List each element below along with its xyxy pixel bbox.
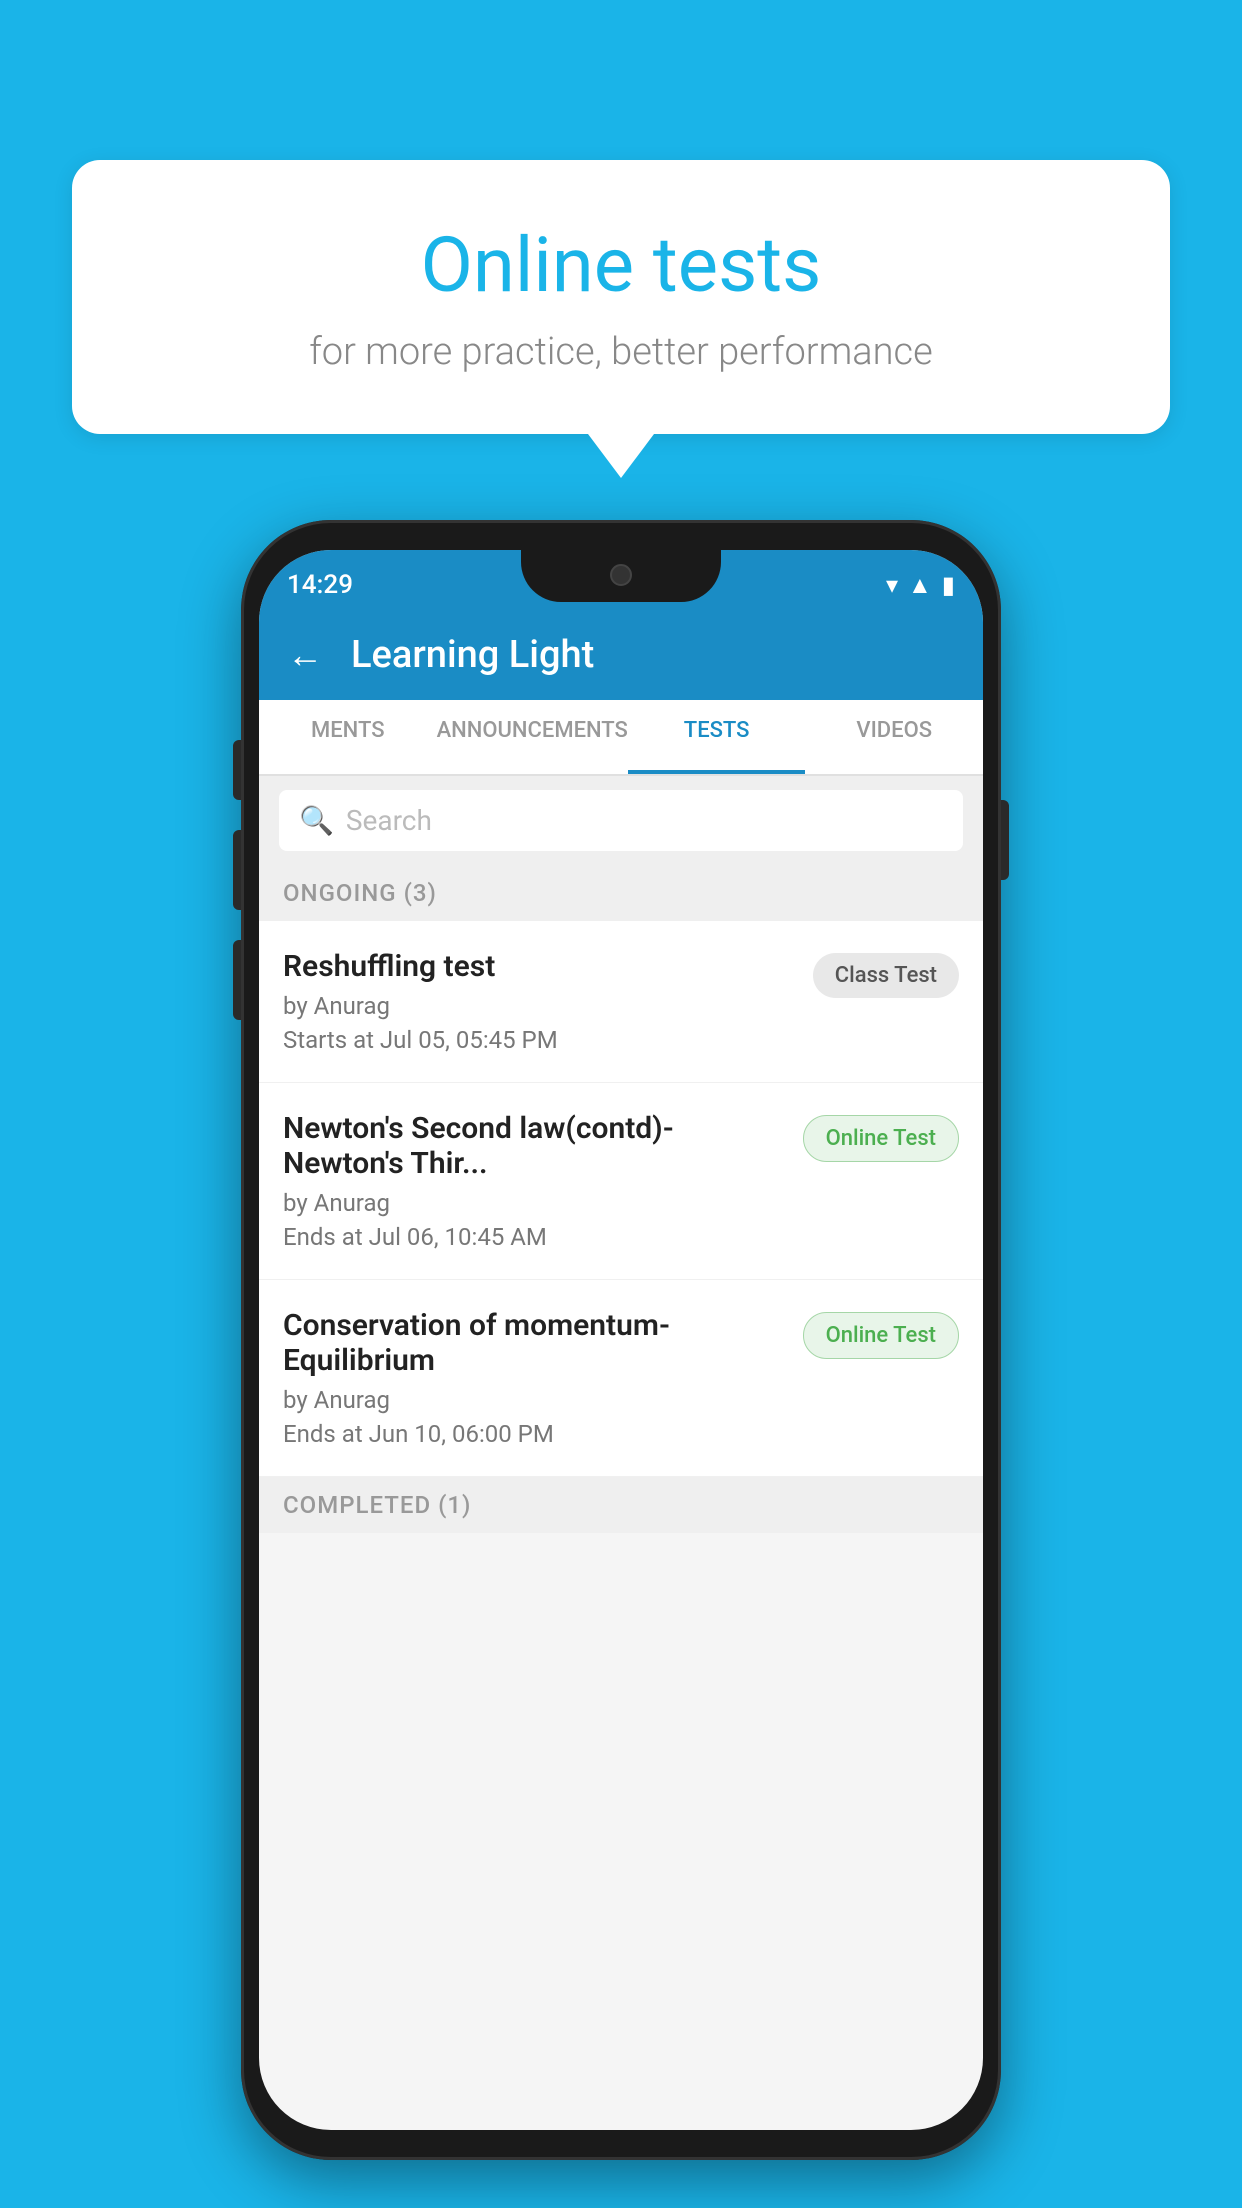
tab-bar: MENTS ANNOUNCEMENTS TESTS VIDEOS (259, 700, 983, 776)
phone-screen: 14:29 ▾ ▲ ▮ ← Learning Light MENTS ANNOU… (259, 550, 983, 2130)
test-item-newtons[interactable]: Newton's Second law(contd)-Newton's Thir… (259, 1083, 983, 1280)
wifi-icon: ▾ (886, 571, 898, 599)
test-name-3: Conservation of momentum-Equilibrium (283, 1308, 783, 1378)
test-info-1: Reshuffling test by Anurag Starts at Jul… (283, 949, 793, 1054)
phone-bezel: 14:29 ▾ ▲ ▮ ← Learning Light MENTS ANNOU… (241, 520, 1001, 2160)
app-title: Learning Light (351, 633, 594, 677)
test-date-2: Ends at Jul 06, 10:45 AM (283, 1223, 783, 1251)
test-badge-1: Class Test (813, 953, 959, 998)
test-name-2: Newton's Second law(contd)-Newton's Thir… (283, 1111, 783, 1181)
section-header-ongoing: ONGOING (3) (259, 865, 983, 921)
test-info-2: Newton's Second law(contd)-Newton's Thir… (283, 1111, 783, 1251)
tab-tests[interactable]: TESTS (628, 700, 806, 774)
bubble-subtitle: for more practice, better performance (112, 330, 1130, 374)
phone-volume-up-button (233, 830, 241, 910)
test-item-conservation[interactable]: Conservation of momentum-Equilibrium by … (259, 1280, 983, 1477)
battery-icon: ▮ (942, 571, 955, 599)
tab-videos[interactable]: VIDEOS (805, 700, 983, 774)
search-input[interactable]: Search (346, 804, 432, 837)
test-author-3: by Anurag (283, 1386, 783, 1414)
test-list: Reshuffling test by Anurag Starts at Jul… (259, 921, 983, 1477)
phone-camera (610, 564, 632, 586)
test-date-1: Starts at Jul 05, 05:45 PM (283, 1026, 793, 1054)
app-header: ← Learning Light (259, 610, 983, 700)
phone-mute-button (233, 740, 241, 800)
phone-power-button (1001, 800, 1009, 880)
search-icon: 🔍 (299, 804, 334, 837)
status-icons: ▾ ▲ ▮ (886, 571, 955, 600)
search-bar-container: 🔍 Search (259, 776, 983, 865)
test-date-3: Ends at Jun 10, 06:00 PM (283, 1420, 783, 1448)
bubble-title: Online tests (112, 220, 1130, 310)
test-info-3: Conservation of momentum-Equilibrium by … (283, 1308, 783, 1448)
tab-assignments[interactable]: MENTS (259, 700, 437, 774)
test-item-reshuffling[interactable]: Reshuffling test by Anurag Starts at Jul… (259, 921, 983, 1083)
phone-volume-down-button (233, 940, 241, 1020)
test-author-1: by Anurag (283, 992, 793, 1020)
section-header-completed: COMPLETED (1) (259, 1477, 983, 1533)
test-author-2: by Anurag (283, 1189, 783, 1217)
signal-icon: ▲ (908, 571, 932, 600)
tab-announcements[interactable]: ANNOUNCEMENTS (437, 700, 628, 774)
test-badge-3: Online Test (803, 1312, 959, 1359)
phone-mockup: 14:29 ▾ ▲ ▮ ← Learning Light MENTS ANNOU… (241, 520, 1001, 2160)
status-time: 14:29 (287, 570, 353, 600)
test-name-1: Reshuffling test (283, 949, 793, 984)
back-button[interactable]: ← (287, 634, 323, 676)
search-input-wrapper[interactable]: 🔍 Search (279, 790, 963, 851)
promo-card: Online tests for more practice, better p… (72, 160, 1170, 434)
test-badge-2: Online Test (803, 1115, 959, 1162)
phone-notch (521, 550, 721, 602)
